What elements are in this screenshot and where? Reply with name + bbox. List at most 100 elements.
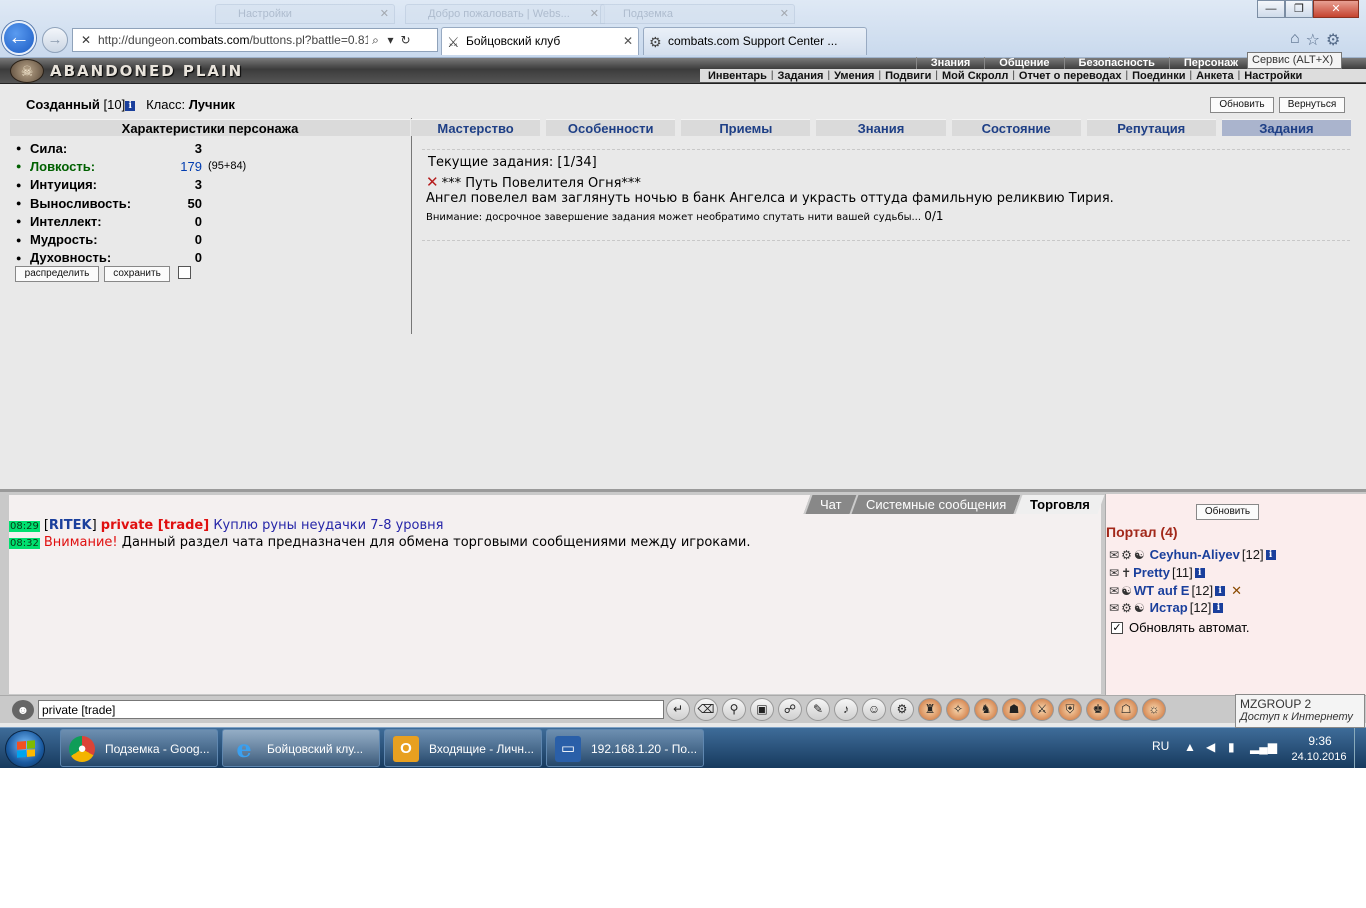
home-icon[interactable]: ⌂: [1290, 30, 1300, 50]
maximize-button[interactable]: ❐: [1285, 0, 1313, 18]
tab-quests[interactable]: Задания: [1221, 119, 1351, 136]
close-tab-icon[interactable]: ✕: [623, 28, 633, 54]
battery-icon[interactable]: ▮: [1228, 740, 1235, 754]
chat-tab-trade[interactable]: Торговля: [1013, 495, 1105, 514]
mask-icon[interactable]: ☗: [1002, 698, 1026, 721]
submenu-profile[interactable]: Анкета: [1192, 70, 1238, 82]
info-icon[interactable]: i: [1213, 602, 1224, 613]
tab-mastery[interactable]: Мастерство: [411, 119, 541, 136]
helmet-icon[interactable]: ♚: [1086, 698, 1110, 721]
auto-refresh-checkbox[interactable]: ✓: [1111, 621, 1123, 634]
sound-icon[interactable]: ♪: [834, 698, 858, 721]
chat-settings-icon[interactable]: ⚙: [890, 698, 914, 721]
show-desktop-button[interactable]: [1354, 728, 1366, 768]
refresh-button[interactable]: Обновить: [1210, 97, 1274, 113]
bg-tab[interactable]: Настройки ✕: [215, 4, 395, 24]
eraser-icon[interactable]: ⌫: [694, 698, 718, 721]
stat-intellect: ● Интеллект: 0: [16, 213, 202, 229]
people-icon[interactable]: ☖: [1114, 698, 1138, 721]
tools-gear-icon[interactable]: ⚙: [1326, 30, 1340, 50]
back-button[interactable]: ←: [2, 21, 36, 55]
close-button[interactable]: ✕: [1313, 0, 1359, 18]
network-signal-icon[interactable]: ▂▄▆: [1250, 740, 1277, 754]
submenu-transfers[interactable]: Отчет о переводах: [1015, 70, 1126, 82]
address-bar[interactable]: ✕ http://dungeon.combats.com/buttons.pl?…: [72, 28, 438, 52]
taskbar-item-remote-desktop[interactable]: ▭ 192.168.1.20 - По...: [546, 729, 704, 767]
clan-icon: ⚙: [1121, 547, 1132, 562]
tab-features[interactable]: Особенности: [546, 119, 676, 136]
bag-icon[interactable]: ♞: [974, 698, 998, 721]
forward-button[interactable]: →: [42, 27, 68, 53]
tab-state[interactable]: Состояние: [951, 119, 1081, 136]
chat-tab-system[interactable]: Системные сообщения: [849, 495, 1021, 514]
magic-icon[interactable]: ✧: [946, 698, 970, 721]
taskbar-item-ie[interactable]: e Бойцовский клу...: [222, 729, 380, 767]
submenu-quests[interactable]: Задания: [774, 70, 828, 82]
private-message-icon[interactable]: ✉: [1109, 548, 1119, 562]
taskbar-item-outlook[interactable]: O Входящие - Личн...: [384, 729, 542, 767]
speak-icon[interactable]: ☻: [12, 700, 34, 720]
private-message-icon[interactable]: ✉: [1109, 566, 1119, 580]
refresh-icon[interactable]: ↻: [398, 33, 413, 47]
online-refresh-button[interactable]: Обновить: [1196, 504, 1259, 520]
submenu-inventory[interactable]: Инвентарь: [704, 70, 771, 82]
info-icon[interactable]: i: [1215, 585, 1226, 596]
menu-security[interactable]: Безопасность: [1063, 57, 1169, 69]
tab-combats[interactable]: ⚔ Бойцовский клуб ✕: [441, 27, 639, 55]
back-to-game-button[interactable]: Вернуться: [1279, 97, 1345, 113]
submenu-settings[interactable]: Настройки: [1240, 70, 1306, 82]
save-log-icon[interactable]: ▣: [750, 698, 774, 721]
info-icon[interactable]: i: [1194, 567, 1205, 578]
bg-tab[interactable]: Подземка ✕: [600, 4, 795, 24]
sword-icon[interactable]: ⚔: [1030, 698, 1054, 721]
minimize-button[interactable]: —: [1257, 0, 1285, 18]
submenu-achievements[interactable]: Подвиги: [881, 70, 935, 82]
browser-right-icons: ⌂ ☆ ⚙: [1290, 30, 1340, 50]
runner-icon[interactable]: ☍: [778, 698, 802, 721]
tab-reputation[interactable]: Репутация: [1086, 119, 1216, 136]
private-message-icon[interactable]: ✉: [1109, 584, 1119, 598]
menu-communication[interactable]: Общение: [984, 57, 1063, 69]
tab-knowledge[interactable]: Знания: [816, 119, 946, 136]
submenu-my-scroll[interactable]: Мой Скролл: [938, 70, 1012, 82]
more-icon[interactable]: ☼: [1142, 698, 1166, 721]
ie-icon: e: [236, 734, 252, 763]
distribute-button[interactable]: распределить: [15, 266, 99, 282]
send-icon[interactable]: ↵: [666, 698, 690, 721]
submenu-battles[interactable]: Поединки: [1128, 70, 1189, 82]
stats-checkbox[interactable]: [178, 266, 191, 279]
start-button[interactable]: [5, 730, 45, 768]
url-text[interactable]: http://dungeon.combats.com/buttons.pl?ba…: [98, 33, 368, 47]
submenu-skills[interactable]: Умения: [830, 70, 878, 82]
clock-time[interactable]: 9:36: [1295, 734, 1345, 748]
translit-icon[interactable]: ✎: [806, 698, 830, 721]
private-tag[interactable]: private [trade]: [101, 518, 209, 533]
menu-knowledge[interactable]: Знания: [915, 57, 984, 69]
info-icon[interactable]: i: [125, 101, 136, 111]
chat-tab-chat[interactable]: Чат: [803, 495, 857, 514]
dropdown-icon[interactable]: ▾: [383, 33, 398, 47]
bg-tab[interactable]: Добро пожаловать | Webs... ✕: [405, 4, 605, 24]
clock-date[interactable]: 24.10.2016: [1279, 751, 1359, 763]
cancel-quest-icon[interactable]: ✕: [426, 173, 439, 191]
language-indicator[interactable]: RU: [1152, 739, 1169, 753]
info-icon[interactable]: i: [1265, 549, 1276, 560]
chat-input[interactable]: [38, 700, 664, 719]
volume-icon[interactable]: ◀: [1206, 740, 1215, 754]
scroll-icon[interactable]: ♜: [918, 698, 942, 721]
game-logo: ☠ ABANDONED PLAIN: [10, 59, 243, 83]
auto-refresh[interactable]: ✓ Обновлять автомат.: [1111, 620, 1249, 635]
save-button[interactable]: сохранить: [104, 266, 170, 282]
taskbar-item-chrome[interactable]: ● Подземка - Goog...: [60, 729, 218, 767]
filter-icon[interactable]: ⚲: [722, 698, 746, 721]
tab-techniques[interactable]: Приемы: [681, 119, 811, 136]
tab-support[interactable]: ⚙ combats.com Support Center ...: [643, 27, 867, 55]
favorites-star-icon[interactable]: ☆: [1306, 30, 1320, 50]
menu-character[interactable]: Персонаж: [1168, 57, 1252, 69]
search-icon[interactable]: ⌕: [368, 33, 383, 48]
armor-icon[interactable]: ⛨: [1058, 698, 1082, 721]
show-hidden-icons-icon[interactable]: ▲: [1184, 740, 1196, 754]
chat-nick[interactable]: RITEK: [49, 518, 92, 533]
smile-icon[interactable]: ☺: [862, 698, 886, 721]
private-message-icon[interactable]: ✉: [1109, 601, 1119, 615]
